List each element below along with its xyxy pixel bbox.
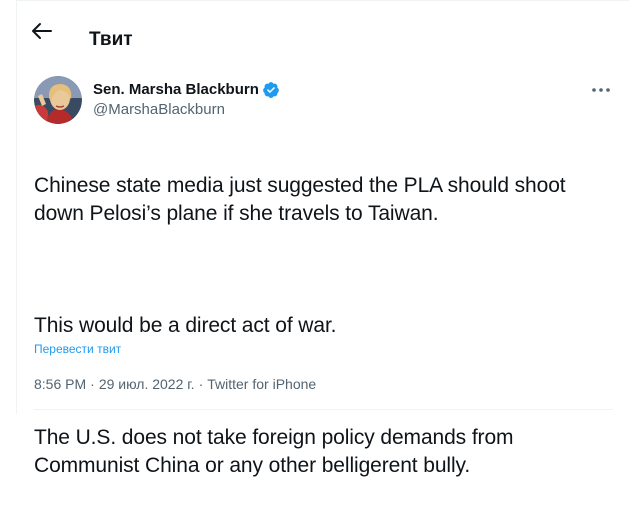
avatar-photo (34, 76, 82, 124)
arrow-left-icon (32, 23, 52, 39)
tweet-paragraph: This would be a direct act of war. (34, 314, 337, 337)
tweet-paragraph: Chinese state media just suggested the P… (34, 174, 566, 225)
tweet-date[interactable]: 29 июл. 2022 г. (99, 375, 195, 393)
author-name-row: Sen. Marsha Blackburn (93, 80, 280, 100)
tweet-paragraph-spacer (34, 256, 614, 284)
back-button[interactable] (31, 21, 53, 41)
tweet-time[interactable]: 8:56 PM (34, 375, 86, 393)
more-options-button[interactable] (590, 81, 612, 99)
more-horizontal-icon (592, 88, 610, 92)
tweet-meta: 8:56 PM · 29 июл. 2022 г. · Twitter for … (34, 375, 316, 393)
translate-tweet-link[interactable]: Перевести твит (34, 341, 121, 357)
tweet-detail-panel: Твит Sen. Marsha Blackburn @MarshaBlackb… (16, 0, 629, 477)
avatar[interactable] (34, 76, 82, 124)
divider (34, 409, 613, 410)
verified-badge-icon (263, 82, 279, 98)
meta-separator: · (198, 376, 204, 392)
meta-separator: · (90, 376, 95, 392)
author-handle[interactable]: @MarshaBlackburn (93, 100, 225, 120)
tweet-paragraph: The U.S. does not take foreign policy de… (34, 426, 514, 477)
author-display-name[interactable]: Sen. Marsha Blackburn (93, 80, 259, 100)
tweet-source[interactable]: Twitter for iPhone (207, 375, 316, 393)
page-header: Твит (17, 1, 629, 54)
page-title: Твит (89, 29, 133, 50)
tweet-text: Chinese state media just suggested the P… (34, 144, 614, 508)
